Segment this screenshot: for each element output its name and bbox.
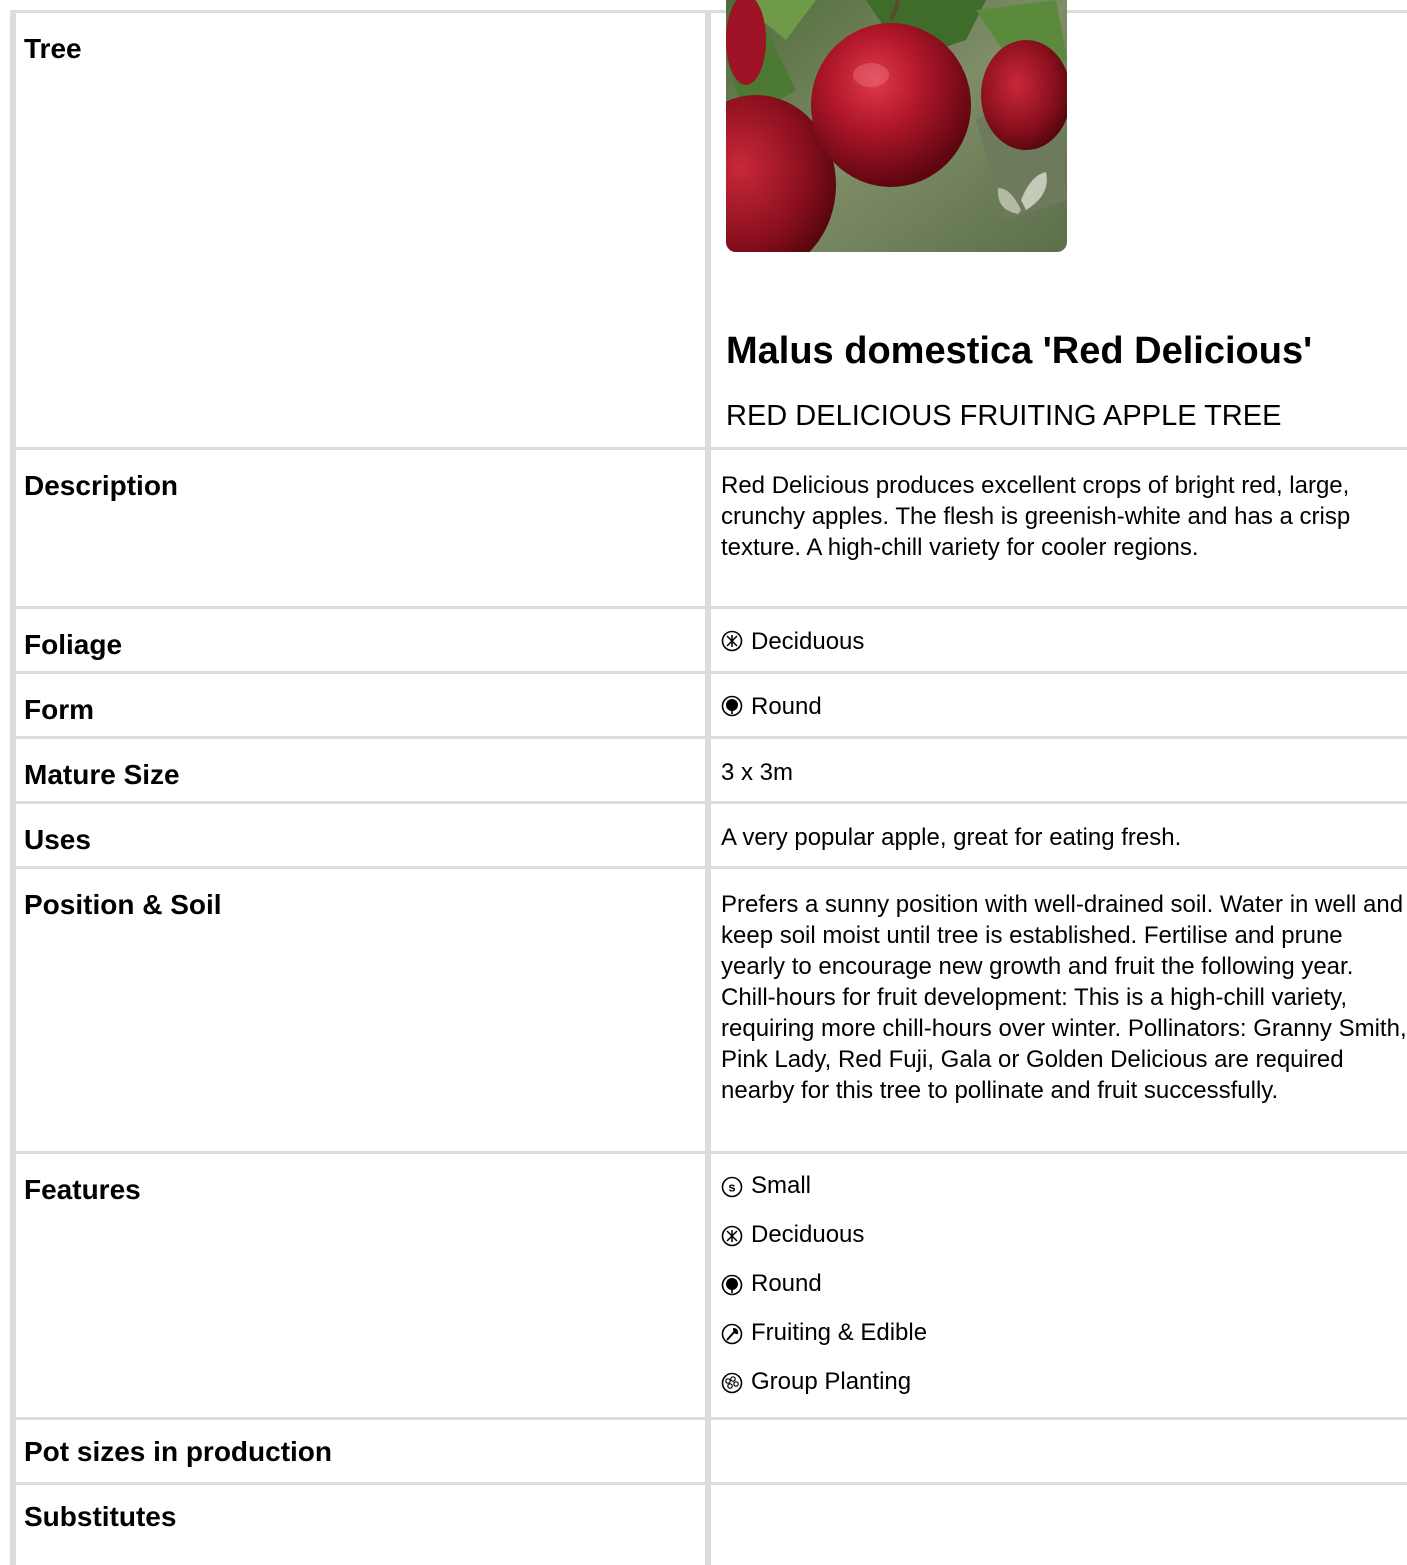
row-label-uses: Uses — [24, 824, 91, 855]
row-label-substitutes: Substitutes — [24, 1501, 177, 1532]
feature-item-label: Small — [751, 1172, 812, 1199]
fruiting-edible-icon — [721, 1323, 743, 1345]
feature-item: Fruiting & Edible — [721, 1319, 1407, 1368]
feature-item-label: Group Planting — [751, 1368, 912, 1395]
table-row-tree: Tree — [10, 10, 1407, 447]
row-label-position-soil: Position & Soil — [24, 889, 222, 920]
table-row-features: Features s Small Deciduous Round Fruitin… — [10, 1151, 1407, 1417]
plant-spec-table: Tree Description Red Delicious produces … — [10, 10, 1407, 1565]
feature-item: Round — [721, 1270, 1407, 1319]
table-row-description: Description Red Delicious produces excel… — [10, 447, 1407, 606]
plant-botanical-name: Malus domestica 'Red Delicious' — [726, 330, 1313, 372]
table-row-mature-size: Mature Size 3 x 3m — [10, 736, 1407, 801]
deciduous-icon — [721, 630, 743, 652]
table-row-pot-sizes: Pot sizes in production — [10, 1417, 1407, 1482]
pot-sizes-value — [711, 1420, 1407, 1440]
table-row-form: Form Round — [10, 671, 1407, 736]
feature-item: Group Planting — [721, 1368, 1407, 1417]
table-row-position-soil: Position & Soil Prefers a sunny position… — [10, 866, 1407, 1151]
round-icon — [721, 1274, 743, 1296]
mature-size-value: 3 x 3m — [721, 759, 794, 786]
deciduous-icon — [721, 1225, 743, 1247]
form-value-text: Round — [751, 692, 822, 720]
round-icon — [721, 695, 743, 717]
row-label-description: Description — [24, 470, 179, 501]
foliage-value: Deciduous — [711, 609, 1407, 655]
table-row-substitutes: Substitutes — [10, 1482, 1407, 1565]
row-label-foliage: Foliage — [24, 629, 123, 660]
uses-value: A very popular apple, great for eating f… — [721, 824, 1182, 851]
feature-item-label: Round — [751, 1270, 822, 1297]
small-icon: s — [721, 1176, 743, 1198]
row-label-pot-sizes: Pot sizes in production — [24, 1436, 333, 1467]
position-soil-text: Prefers a sunny position with well-drain… — [721, 891, 1407, 1104]
row-label-tree: Tree — [24, 33, 82, 64]
feature-item: Deciduous — [721, 1221, 1407, 1270]
foliage-value-text: Deciduous — [751, 627, 865, 655]
form-value: Round — [711, 674, 1407, 720]
row-label-features: Features — [24, 1174, 141, 1205]
substitutes-value — [711, 1485, 1407, 1505]
table-row-foliage: Foliage Deciduous — [10, 606, 1407, 671]
apple-photo — [726, 0, 1067, 252]
group-planting-icon — [721, 1372, 743, 1394]
feature-item-label: Fruiting & Edible — [751, 1319, 928, 1346]
row-label-mature-size: Mature Size — [24, 759, 180, 790]
product-image — [726, 0, 1067, 252]
table-row-uses: Uses A very popular apple, great for eat… — [10, 801, 1407, 866]
row-label-form: Form — [24, 694, 94, 725]
feature-item-label: Deciduous — [751, 1221, 865, 1248]
description-text: Red Delicious produces excellent crops o… — [721, 472, 1351, 561]
features-list: s Small Deciduous Round Fruiting & Edibl… — [711, 1154, 1407, 1417]
plant-common-name: RED DELICIOUS FRUITING APPLE TREE — [726, 400, 1282, 432]
feature-item: s Small — [721, 1172, 1407, 1221]
svg-text:s: s — [728, 1180, 735, 1195]
